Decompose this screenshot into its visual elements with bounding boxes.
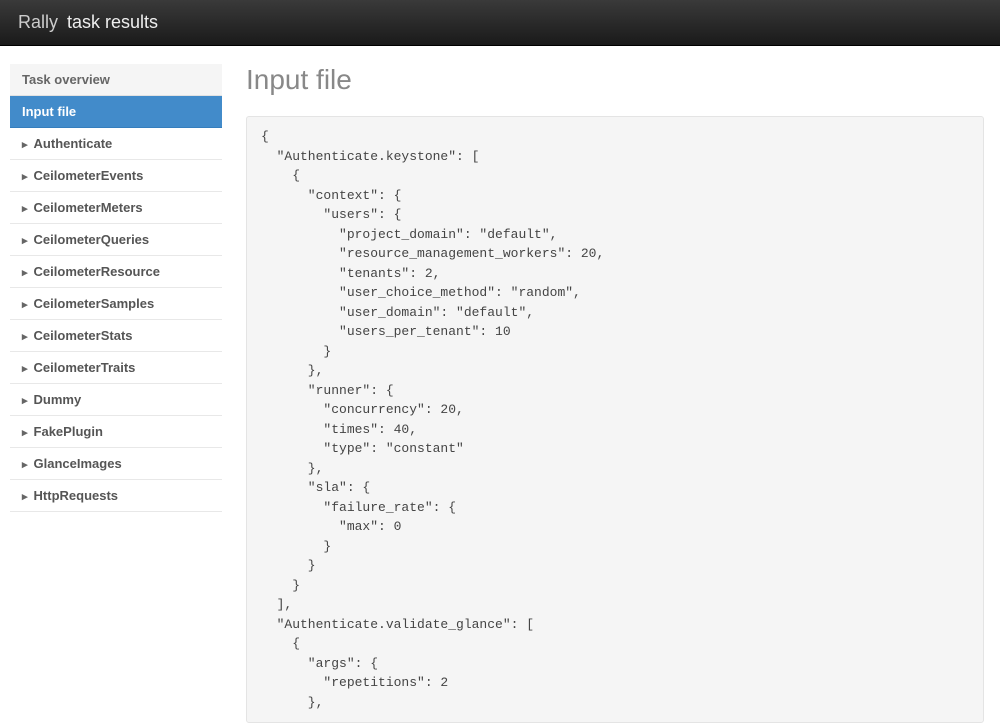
top-bar: Rally task results: [0, 0, 1000, 46]
sidebar-group-fakeplugin[interactable]: ▸ FakePlugin: [10, 416, 222, 448]
input-file-code[interactable]: { "Authenticate.keystone": [ { "context"…: [246, 116, 984, 723]
sidebar-group-authenticate[interactable]: ▸ Authenticate: [10, 128, 222, 160]
brand-name: Rally: [18, 12, 58, 32]
caret-right-icon: ▸: [22, 234, 28, 247]
sidebar-group-ceilometerstats[interactable]: ▸ CeilometerStats: [10, 320, 222, 352]
sidebar-group-httprequests[interactable]: ▸ HttpRequests: [10, 480, 222, 512]
sidebar-group-ceilometertraits[interactable]: ▸ CeilometerTraits: [10, 352, 222, 384]
caret-right-icon: ▸: [22, 330, 28, 343]
sidebar: Task overview Input file ▸ Authenticate ▸…: [10, 64, 222, 723]
sidebar-item-label: HttpRequests: [34, 488, 119, 503]
sidebar-item-label: CeilometerMeters: [34, 200, 143, 215]
sidebar-item-label: CeilometerTraits: [34, 360, 136, 375]
page-subtitle: task results: [67, 12, 158, 32]
caret-right-icon: ▸: [22, 266, 28, 279]
sidebar-item-label: GlanceImages: [34, 456, 122, 471]
sidebar-group-ceilometersamples[interactable]: ▸ CeilometerSamples: [10, 288, 222, 320]
sidebar-item-label: CeilometerQueries: [34, 232, 150, 247]
sidebar-group-ceilometerresource[interactable]: ▸ CeilometerResource: [10, 256, 222, 288]
caret-right-icon: ▸: [22, 394, 28, 407]
sidebar-item-label: Dummy: [34, 392, 82, 407]
caret-right-icon: ▸: [22, 426, 28, 439]
sidebar-item-label: CeilometerStats: [34, 328, 133, 343]
sidebar-item-label: FakePlugin: [34, 424, 103, 439]
content-container: Task overview Input file ▸ Authenticate ▸…: [0, 46, 1000, 723]
sidebar-group-glanceimages[interactable]: ▸ GlanceImages: [10, 448, 222, 480]
sidebar-group-ceilometermeters[interactable]: ▸ CeilometerMeters: [10, 192, 222, 224]
sidebar-item-input-file[interactable]: Input file: [10, 96, 222, 128]
sidebar-item-label: CeilometerEvents: [34, 168, 144, 183]
caret-right-icon: ▸: [22, 298, 28, 311]
sidebar-group-dummy[interactable]: ▸ Dummy: [10, 384, 222, 416]
sidebar-item-label: Task overview: [22, 72, 110, 87]
sidebar-item-label: Input file: [22, 104, 76, 119]
sidebar-group-ceilometerevents[interactable]: ▸ CeilometerEvents: [10, 160, 222, 192]
caret-right-icon: ▸: [22, 138, 28, 151]
sidebar-item-label: CeilometerSamples: [34, 296, 155, 311]
caret-right-icon: ▸: [22, 490, 28, 503]
sidebar-item-label: CeilometerResource: [34, 264, 160, 279]
page-title: Input file: [246, 64, 984, 96]
sidebar-item-task-overview[interactable]: Task overview: [10, 64, 222, 96]
sidebar-group-ceilometerqueries[interactable]: ▸ CeilometerQueries: [10, 224, 222, 256]
caret-right-icon: ▸: [22, 202, 28, 215]
sidebar-item-label: Authenticate: [34, 136, 113, 151]
caret-right-icon: ▸: [22, 362, 28, 375]
main-content: Input file { "Authenticate.keystone": [ …: [222, 64, 990, 723]
caret-right-icon: ▸: [22, 170, 28, 183]
caret-right-icon: ▸: [22, 458, 28, 471]
